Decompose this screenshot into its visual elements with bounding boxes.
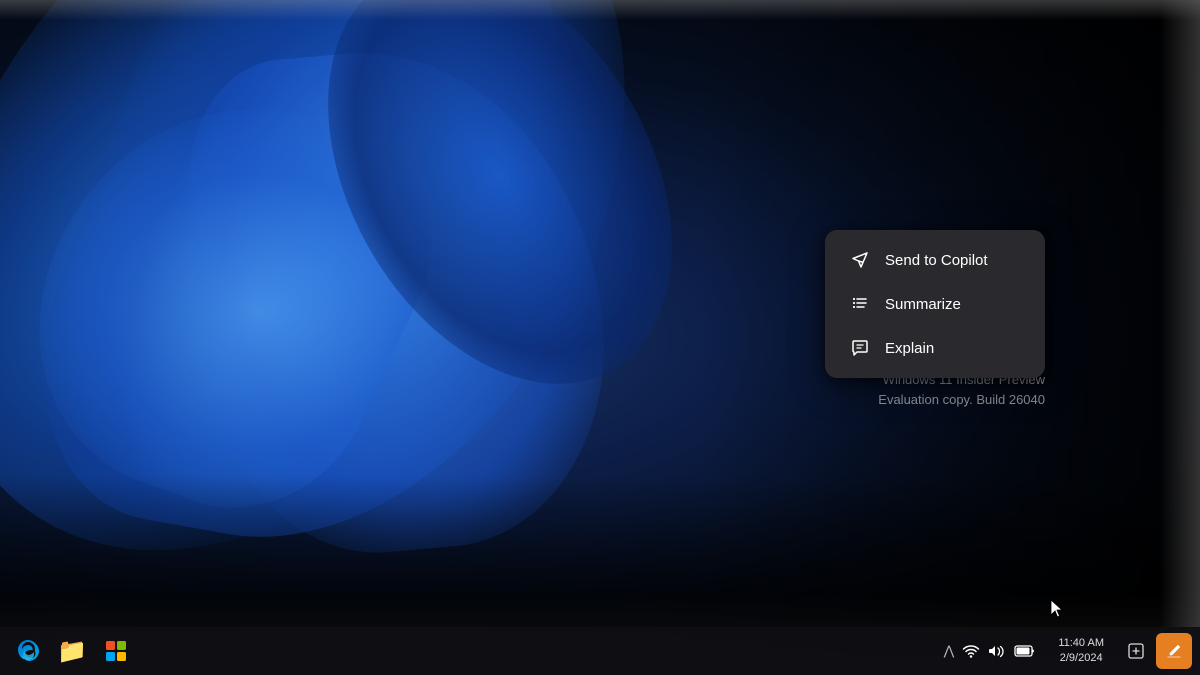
- clock-date: 2/9/2024: [1060, 651, 1103, 666]
- summarize-icon: [849, 294, 871, 314]
- explain-icon: [849, 338, 871, 358]
- menu-item-explain[interactable]: Explain: [833, 326, 1037, 370]
- volume-icon[interactable]: [988, 643, 1006, 659]
- system-icons: ⋀: [936, 643, 1045, 659]
- taskbar-file-explorer-icon[interactable]: 📁: [52, 631, 92, 671]
- menu-item-send-to-copilot-label: Send to Copilot: [885, 252, 988, 269]
- copilot-send-icon: [849, 250, 871, 270]
- taskbar-edge-icon[interactable]: [8, 631, 48, 671]
- folder-icon: 📁: [57, 637, 87, 666]
- taskbar-system-tray: ⋀: [936, 633, 1192, 669]
- menu-item-summarize-label: Summarize: [885, 296, 961, 313]
- menu-item-send-to-copilot[interactable]: Send to Copilot: [833, 238, 1037, 282]
- taskbar-clock[interactable]: 11:40 AM 2/9/2024: [1050, 636, 1112, 667]
- taskbar-apps: 📁: [8, 631, 936, 671]
- pencil-edit-button[interactable]: [1156, 633, 1192, 669]
- menu-item-explain-label: Explain: [885, 340, 934, 357]
- taskbar: 📁 ⋀: [0, 627, 1200, 675]
- clock-time: 11:40 AM: [1058, 636, 1104, 651]
- snipping-tool-button[interactable]: [1118, 633, 1154, 669]
- taskbar-ms-store-icon[interactable]: [96, 631, 136, 671]
- mouse-cursor: [1050, 599, 1062, 617]
- tray-overflow-chevron[interactable]: ⋀: [944, 643, 955, 659]
- copilot-context-menu: Send to Copilot Summarize: [825, 230, 1045, 378]
- battery-icon[interactable]: [1014, 644, 1036, 658]
- menu-item-summarize[interactable]: Summarize: [833, 282, 1037, 326]
- taskbar-corner-buttons: [1118, 633, 1192, 669]
- wifi-icon[interactable]: [962, 643, 980, 659]
